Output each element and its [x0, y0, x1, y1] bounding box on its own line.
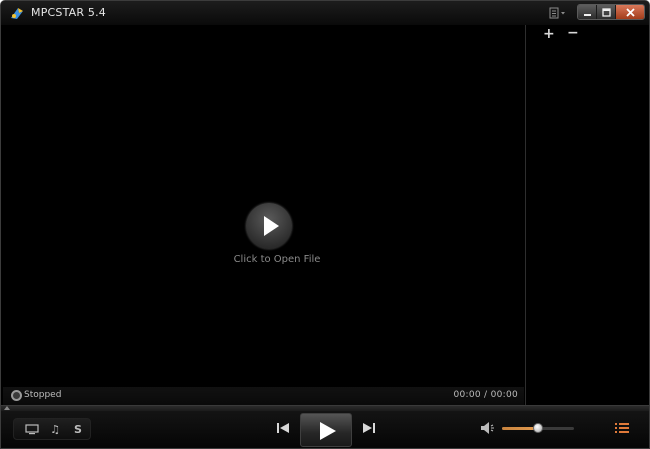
player-window: MPCSTAR 5.4 Click to Open File + − Stopp… [0, 0, 650, 449]
audio-mode-button[interactable]: ♫ [47, 423, 63, 437]
music-note-icon: ♫ [50, 423, 60, 436]
volume-icon[interactable] [479, 421, 497, 435]
status-bar: Stopped 00:00 / 00:00 [3, 387, 524, 405]
time-separator: / [484, 390, 488, 400]
time-display: 00:00 / 00:00 [453, 390, 518, 400]
title-bar[interactable]: MPCSTAR 5.4 [1, 1, 649, 25]
minimize-icon [583, 13, 591, 16]
close-button[interactable] [616, 5, 644, 19]
playback-status: Stopped [24, 390, 62, 400]
menu-icon[interactable] [549, 7, 569, 19]
open-file-play-button[interactable] [246, 203, 292, 249]
mode-buttons: ♫ S [13, 418, 91, 440]
volume-knob[interactable] [533, 423, 543, 433]
volume-slider[interactable] [502, 423, 574, 433]
window-controls [577, 4, 645, 20]
playlist-remove-button[interactable]: − [567, 25, 579, 41]
playlist-add-button[interactable]: + [543, 26, 555, 42]
open-file-label[interactable]: Click to Open File [203, 254, 351, 265]
stop-status-icon [11, 390, 22, 401]
minimize-button[interactable] [578, 5, 597, 19]
maximize-icon [601, 7, 611, 17]
next-icon[interactable] [361, 421, 377, 435]
video-area[interactable]: Click to Open File [3, 25, 524, 387]
current-time: 00:00 [453, 390, 481, 400]
play-icon [320, 422, 336, 440]
video-mode-button[interactable] [24, 423, 40, 437]
playlist-icon[interactable] [615, 422, 629, 434]
previous-icon[interactable] [275, 421, 291, 435]
close-icon [625, 7, 635, 17]
app-logo-icon [11, 8, 23, 19]
screen-icon [25, 424, 39, 435]
maximize-button[interactable] [597, 5, 616, 19]
app-title: MPCSTAR 5.4 [31, 6, 107, 19]
playlist-panel[interactable]: + − [527, 25, 649, 405]
seek-handle[interactable] [4, 406, 10, 410]
control-bar: ♫ S [1, 411, 649, 448]
s-mode-button[interactable]: S [70, 423, 86, 437]
play-icon [264, 216, 279, 236]
total-time: 00:00 [490, 390, 518, 400]
panel-divider[interactable] [525, 25, 526, 405]
play-button[interactable] [300, 413, 352, 447]
